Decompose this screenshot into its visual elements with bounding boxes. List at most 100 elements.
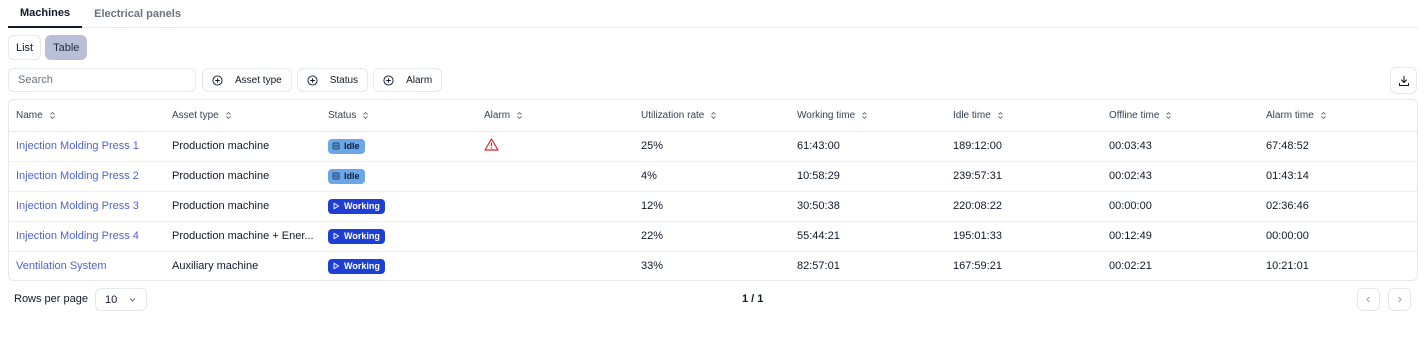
column-header[interactable]: Asset type <box>165 100 321 132</box>
tab-electrical-panels[interactable]: Electrical panels <box>82 0 193 28</box>
sort-icon[interactable] <box>362 111 369 120</box>
utilization-cell: 25% <box>634 131 790 162</box>
machine-name-link[interactable]: Injection Molding Press 1 <box>16 140 139 152</box>
sort-icon[interactable] <box>516 111 523 120</box>
machine-name-link[interactable]: Injection Molding Press 3 <box>16 200 139 212</box>
column-header-label: Utilization rate <box>641 109 705 121</box>
idle-time-cell: 220:08:22 <box>946 191 1102 222</box>
column-header[interactable]: Alarm time <box>1259 100 1417 132</box>
status-cell: Working <box>321 251 477 280</box>
idle-time-cell: 167:59:21 <box>953 260 1002 273</box>
status-cell: Idle <box>321 161 477 192</box>
machine-name-link[interactable]: Injection Molding Press 4 <box>16 230 139 242</box>
offline-time-cell: 00:12:49 <box>1102 221 1259 252</box>
status-badge: Working <box>328 228 385 244</box>
sort-icon[interactable] <box>225 111 232 120</box>
table-view-button[interactable]: Table <box>45 35 88 60</box>
chevron-left-icon <box>1366 296 1370 303</box>
column-header-label: Alarm time <box>1266 109 1314 121</box>
pause-icon <box>332 142 340 150</box>
idle-time-cell: 195:01:33 <box>946 221 1102 252</box>
column-header[interactable]: Utilization rate <box>634 100 790 132</box>
column-header[interactable]: Status <box>321 100 477 132</box>
view-toggle: List Table <box>8 35 88 60</box>
table-row[interactable]: Injection Molding Press 3 Production mach… <box>9 191 1417 222</box>
column-header[interactable]: Alarm <box>477 100 634 132</box>
status-label: Working <box>344 261 380 272</box>
alarm-filter-button[interactable]: Alarm <box>373 68 443 92</box>
machine-name-cell: Injection Molding Press 2 <box>9 161 165 192</box>
download-icon <box>1398 75 1409 86</box>
column-header-label: Alarm <box>484 109 511 121</box>
list-view-button[interactable]: List <box>8 35 42 60</box>
sort-icon[interactable] <box>49 111 56 120</box>
sort-icon[interactable] <box>1165 111 1172 120</box>
sort-icon[interactable] <box>1320 111 1327 120</box>
sort-icon[interactable] <box>861 111 868 120</box>
previous-page-button[interactable] <box>1357 288 1380 311</box>
machines-table: Name Asset type Status Alarm Utilization rat… <box>8 99 1418 281</box>
status-label: Idle <box>344 171 360 181</box>
warning-triangle-icon <box>484 138 499 151</box>
column-header[interactable]: Name <box>9 100 165 132</box>
column-header-label: Name <box>16 109 43 121</box>
status-badge: Idle <box>328 168 365 184</box>
tab-bar: Machines Electrical panels <box>8 0 1418 28</box>
working-time-cell: 10:58:29 <box>790 161 946 192</box>
working-time-cell: 55:44:21 <box>790 221 946 252</box>
utilization-cell: 12% <box>634 191 790 222</box>
sort-icon[interactable] <box>710 111 717 120</box>
machine-name-cell: Injection Molding Press 1 <box>9 131 165 162</box>
table-row[interactable]: Injection Molding Press 4 Production mach… <box>9 221 1417 252</box>
alarm-cell <box>477 131 634 162</box>
machine-name-link[interactable]: Injection Molding Press 2 <box>16 170 139 182</box>
table-row[interactable]: Injection Molding Press 1 Production mach… <box>9 131 1417 162</box>
offline-time-cell: 00:00:00 <box>1102 191 1259 222</box>
column-header[interactable]: Working time <box>790 100 946 132</box>
asset-type-filter-button[interactable]: Asset type <box>202 68 292 92</box>
plus-circle-icon <box>307 74 318 86</box>
rows-per-page-label: Rows per page <box>14 293 88 305</box>
chevron-down-icon <box>129 298 136 302</box>
offline-time-cell: 00:02:43 <box>1102 161 1259 192</box>
status-label: Working <box>344 201 380 211</box>
table-row[interactable]: Ventilation System Auxiliary machine Worki… <box>9 251 1417 280</box>
column-header-label: Status <box>328 109 357 121</box>
table-row[interactable]: Injection Molding Press 2 Production mach… <box>9 161 1417 192</box>
working-time-cell: 61:43:00 <box>790 131 946 162</box>
search-input[interactable] <box>8 68 196 92</box>
play-icon <box>333 263 340 270</box>
sort-icon[interactable] <box>997 111 1004 120</box>
column-header[interactable]: Idle time <box>946 100 1102 132</box>
machine-name-link[interactable]: Ventilation System <box>16 260 107 272</box>
alarm-time-cell: 01:43:14 <box>1259 161 1417 192</box>
alarm-time-cell: 00:00:00 <box>1259 221 1417 252</box>
working-time-cell: 82:57:01 <box>797 260 840 273</box>
plus-circle-icon <box>212 74 223 86</box>
alarm-cell <box>477 221 634 252</box>
download-button[interactable] <box>1390 67 1417 94</box>
column-header-label: Working time <box>797 109 856 121</box>
next-page-button[interactable] <box>1388 288 1411 311</box>
column-header-label: Idle time <box>953 109 991 121</box>
alarm-cell <box>477 191 634 222</box>
alarm-cell <box>477 251 634 280</box>
play-icon <box>333 232 340 240</box>
machine-name-cell: Injection Molding Press 3 <box>9 191 165 222</box>
page-info: 1 / 1 <box>742 293 764 305</box>
alarm-filter-label: Alarm <box>406 74 433 86</box>
plus-circle-icon <box>383 74 394 86</box>
status-filter-button[interactable]: Status <box>296 68 369 92</box>
utilization-cell: 4% <box>634 161 790 192</box>
working-time-cell: 30:50:38 <box>790 191 946 222</box>
asset-type-cell: Auxiliary machine <box>172 260 259 273</box>
status-label: Working <box>344 231 380 241</box>
tab-machines[interactable]: Machines <box>8 0 83 28</box>
utilization-cell: 22% <box>634 221 790 252</box>
filter-bar: Asset type Status Alarm <box>202 68 443 92</box>
alarm-time-cell: 67:48:52 <box>1259 131 1417 162</box>
asset-type-filter-label: Asset type <box>235 74 282 86</box>
machine-name-cell: Injection Molding Press 4 <box>9 221 165 252</box>
rows-per-page-select[interactable]: 10 <box>95 288 147 311</box>
column-header[interactable]: Offline time <box>1102 100 1259 132</box>
